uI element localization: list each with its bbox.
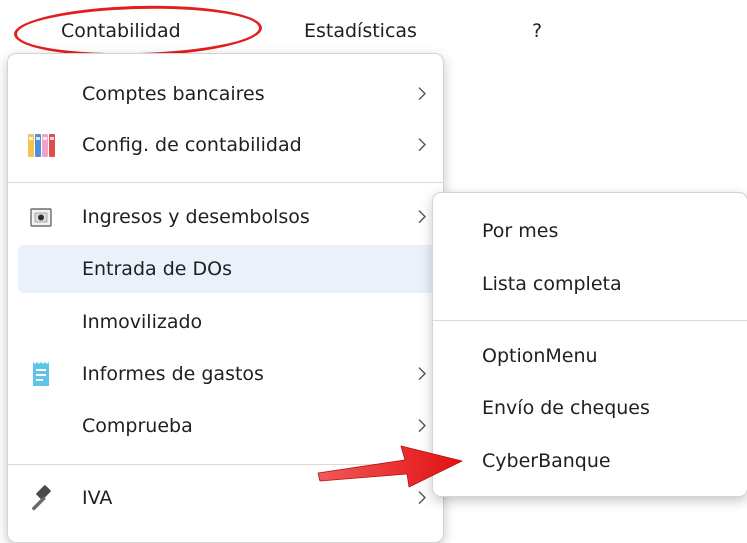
menu-item-label: Comptes bancaires — [82, 83, 265, 105]
submenu-item-por-mes[interactable]: Por mes — [443, 207, 738, 255]
submenu-item-optionmenu[interactable]: OptionMenu — [443, 332, 738, 380]
menu-item-label: Inmovilizado — [82, 311, 203, 333]
submenu-item-label: Envío de cheques — [482, 397, 650, 419]
menu-item-label: IVA — [82, 487, 113, 509]
submenu-item-label: OptionMenu — [482, 345, 598, 367]
menu-item-label: Ingresos y desembolsos — [82, 206, 310, 228]
contabilidad-menu: Comptes bancaires Config. de contabilida… — [7, 53, 444, 543]
menu-item-config-contabilidad[interactable]: Config. de contabilidad — [18, 121, 436, 169]
chevron-right-icon — [418, 210, 426, 224]
menu-item-comprueba[interactable]: Comprueba — [18, 402, 436, 450]
menu-item-label: Config. de contabilidad — [82, 134, 302, 156]
submenu-item-envio-cheques[interactable]: Envío de cheques — [443, 384, 738, 432]
menu-item-iva[interactable]: IVA — [18, 474, 436, 522]
submenu-separator — [433, 320, 747, 321]
menu-item-label: Comprueba — [82, 415, 193, 437]
menu-item-inmovilizado[interactable]: Inmovilizado — [18, 298, 436, 346]
receipt-icon — [33, 362, 49, 386]
submenu-item-label: Lista completa — [482, 273, 622, 295]
gavel-icon — [31, 485, 51, 511]
menu-item-comptes-bancaires[interactable]: Comptes bancaires — [18, 70, 436, 118]
menu-item-ingresos-desembolsos[interactable]: Ingresos y desembolsos — [18, 193, 436, 241]
submenu-item-label: Por mes — [482, 220, 559, 242]
chevron-right-icon — [418, 367, 426, 381]
cash-register-icon — [30, 208, 52, 227]
submenu-item-label: CyberBanque — [482, 450, 611, 472]
chevron-right-icon — [418, 87, 426, 101]
menu-item-informes-gastos[interactable]: Informes de gastos — [18, 350, 436, 398]
annotation-ellipse — [13, 2, 263, 60]
menu-item-entrada-dos[interactable]: Entrada de DOs — [18, 245, 436, 293]
submenu-item-cyberbanque[interactable]: CyberBanque — [443, 437, 738, 485]
submenu-item-lista-completa[interactable]: Lista completa — [443, 260, 738, 308]
chevron-right-icon — [418, 138, 426, 152]
menu-item-label: Entrada de DOs — [82, 258, 232, 280]
menubar-estadisticas[interactable]: Estadísticas — [304, 18, 417, 44]
binders-icon — [28, 134, 55, 157]
chevron-right-icon — [418, 491, 426, 505]
menu-separator — [8, 464, 443, 465]
menu-separator — [8, 182, 443, 183]
ingresos-submenu: Por mes Lista completa OptionMenu Envío … — [432, 192, 747, 497]
menubar-help[interactable]: ? — [532, 18, 542, 44]
chevron-right-icon — [418, 419, 426, 433]
menu-item-label: Informes de gastos — [82, 363, 264, 385]
